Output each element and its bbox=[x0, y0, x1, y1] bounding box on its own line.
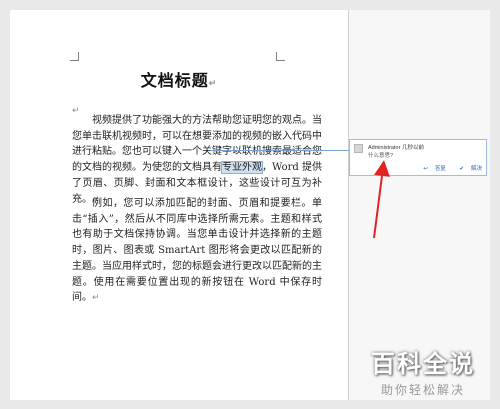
resolve-icon: ✔ bbox=[459, 166, 464, 172]
comment-time: 几秒以前 bbox=[401, 145, 424, 151]
title-text: 文档标题 bbox=[140, 71, 209, 90]
comment-connector-line bbox=[210, 150, 350, 151]
reply-button[interactable]: ↩ 答复 bbox=[417, 166, 446, 172]
document-page[interactable]: 文档标题↵ ↵ 视频提供了功能强大的方法帮助您证明您的观点。当您单击联机视频时，… bbox=[10, 10, 349, 400]
reply-label: 答复 bbox=[434, 166, 446, 172]
watermark-main-text: 百科全说 bbox=[371, 350, 475, 378]
resolve-button[interactable]: ✔ 解决 bbox=[453, 166, 482, 172]
reply-icon: ↩ bbox=[423, 166, 428, 172]
paragraph-mark-icon: ↵ bbox=[92, 293, 100, 304]
paragraph-text: 例如，您可以添加匹配的封面、页眉和提要栏。单击“插入”，然后从不同库中选择所需元… bbox=[72, 198, 322, 304]
watermark-logo: 百科全说 助你轻松解决 bbox=[358, 344, 488, 398]
document-title[interactable]: 文档标题↵ bbox=[10, 67, 348, 91]
screenshot-stage: 文档标题↵ ↵ 视频提供了功能强大的方法帮助您证明您的观点。当您单击联机视频时，… bbox=[0, 0, 500, 409]
body-paragraph-2[interactable]: 例如，您可以添加匹配的封面、页眉和提要栏。单击“插入”，然后从不同库中选择所需元… bbox=[72, 196, 322, 307]
comment-actions: ↩ 答复 ✔ 解决 bbox=[411, 164, 482, 172]
commented-text-highlight[interactable]: 专业外观 bbox=[221, 161, 264, 175]
annotation-arrow bbox=[373, 160, 390, 239]
margin-corner-top-right bbox=[276, 52, 285, 61]
paragraph-mark-icon: ↵ bbox=[208, 79, 218, 89]
watermark-sub-text: 助你轻松解决 bbox=[380, 383, 465, 397]
margin-corner-top-left bbox=[70, 52, 79, 61]
body-paragraph-1[interactable]: 视频提供了功能强大的方法帮助您证明您的观点。当您单击联机视频时，可以在想要添加的… bbox=[72, 113, 322, 208]
resolve-label: 解决 bbox=[470, 166, 482, 172]
